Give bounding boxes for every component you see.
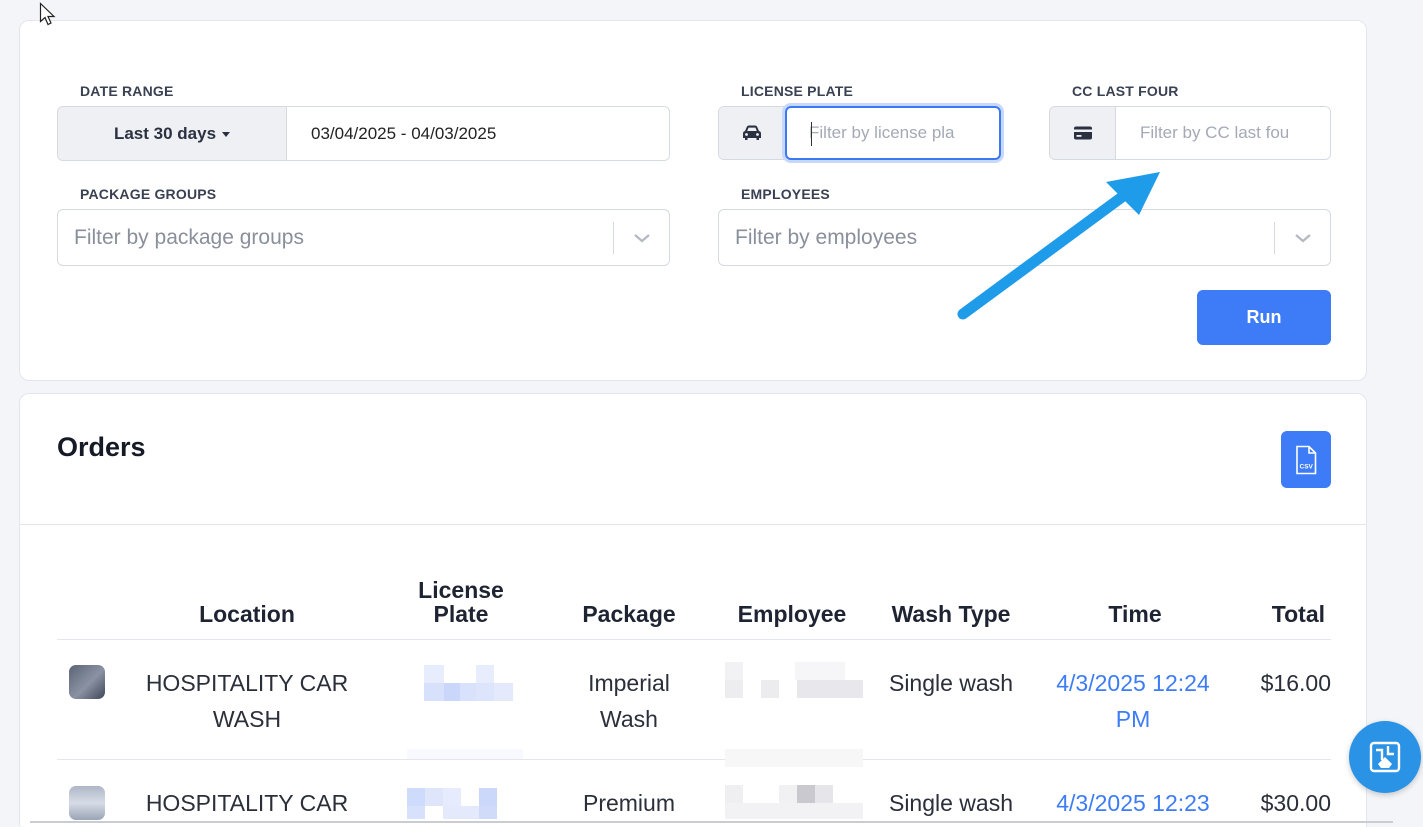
orders-divider xyxy=(20,524,1366,525)
location-cell: HOSPITALITY CAR xyxy=(145,790,349,816)
car-wash-icon xyxy=(1369,741,1401,773)
employee-redacted xyxy=(725,749,863,819)
order-time-line: 4/3/2025 12:24 xyxy=(1056,670,1210,696)
order-time-link[interactable]: 4/3/2025 12:24 PM xyxy=(1043,665,1223,737)
chevron-down-icon[interactable] xyxy=(1275,232,1330,244)
vehicle-thumbnail[interactable] xyxy=(69,786,105,820)
column-header-line: License xyxy=(418,577,504,603)
date-range-label: DATE RANGE xyxy=(80,83,174,99)
column-header-wash-type[interactable]: Wash Type xyxy=(875,602,1027,626)
cc-last-four-label: CC LAST FOUR xyxy=(1072,83,1179,99)
cc-last-four-field xyxy=(1049,106,1331,160)
scroll-edge xyxy=(30,821,1393,823)
csv-file-icon: CSV xyxy=(1296,445,1317,474)
orders-title: Orders xyxy=(57,432,146,462)
column-header-location[interactable]: Location xyxy=(167,602,327,626)
employee-redacted xyxy=(725,662,863,698)
order-time-line: PM xyxy=(1115,706,1151,732)
package-line: Imperial xyxy=(588,670,670,696)
text-cursor xyxy=(811,122,812,146)
employees-placeholder: Filter by employees xyxy=(735,225,918,249)
date-preset-dropdown[interactable]: Last 30 days xyxy=(58,107,287,160)
package-line: Wash xyxy=(600,706,658,732)
cc-last-four-input[interactable] xyxy=(1116,107,1330,159)
license-plate-input[interactable] xyxy=(809,123,999,143)
run-button[interactable]: Run xyxy=(1197,290,1331,345)
package-groups-label: PACKAGE GROUPS xyxy=(80,186,217,202)
employees-select[interactable]: Filter by employees xyxy=(718,209,1331,266)
wash-type-cell: Single wash xyxy=(888,790,1014,816)
wash-type-cell: Single wash xyxy=(888,670,1014,696)
location-line: HOSPITALITY CAR xyxy=(145,670,349,696)
table-header-divider xyxy=(57,639,1331,640)
license-plate-label: LICENSE PLATE xyxy=(741,83,854,99)
package-groups-select[interactable]: Filter by package groups xyxy=(57,209,670,266)
employees-label: EMPLOYEES xyxy=(741,186,830,202)
package-groups-placeholder: Filter by package groups xyxy=(74,225,304,249)
package-cell: Premium xyxy=(582,790,675,816)
mouse-pointer-icon xyxy=(39,2,56,26)
location-cell: HOSPITALITY CAR WASH xyxy=(137,665,357,737)
export-csv-button[interactable]: CSV xyxy=(1281,431,1331,488)
csv-icon-label: CSV xyxy=(1300,463,1314,470)
app-frame: DATE RANGE Last 30 days LICENSE PLATE xyxy=(0,0,1423,827)
license-plate-redacted xyxy=(424,665,513,701)
table-row-divider xyxy=(57,759,1331,760)
date-range-input[interactable] xyxy=(287,107,669,160)
license-plate-field xyxy=(718,106,1001,160)
order-time-link[interactable]: 4/3/2025 12:23 xyxy=(1043,785,1223,821)
column-header-employee[interactable]: Employee xyxy=(717,602,867,626)
filters-card: DATE RANGE Last 30 days LICENSE PLATE xyxy=(19,20,1367,381)
caret-down-icon xyxy=(222,131,231,137)
column-header-total[interactable]: Total xyxy=(1235,602,1325,626)
license-plate-redacted xyxy=(407,749,523,819)
column-header-time[interactable]: Time xyxy=(1060,602,1210,626)
date-range-field: Last 30 days xyxy=(57,106,670,161)
license-plate-input-wrapper xyxy=(785,106,1001,160)
car-icon xyxy=(719,107,785,159)
total-cell: $16.00 xyxy=(1260,670,1331,696)
package-cell: Imperial Wash xyxy=(560,665,698,737)
column-header-package[interactable]: Package xyxy=(560,602,698,626)
date-preset-label: Last 30 days xyxy=(113,123,217,143)
total-cell: $30.00 xyxy=(1260,790,1331,816)
chevron-down-icon[interactable] xyxy=(614,232,669,244)
column-header-line: Plate xyxy=(433,601,489,627)
credit-card-icon xyxy=(1050,107,1116,159)
column-header-license-plate[interactable]: License Plate xyxy=(391,578,531,626)
vehicle-thumbnail[interactable] xyxy=(69,665,105,699)
orders-card: Orders CSV Location License Plate Packag… xyxy=(19,393,1367,827)
support-chat-button[interactable] xyxy=(1349,721,1421,793)
location-line: WASH xyxy=(212,706,282,732)
